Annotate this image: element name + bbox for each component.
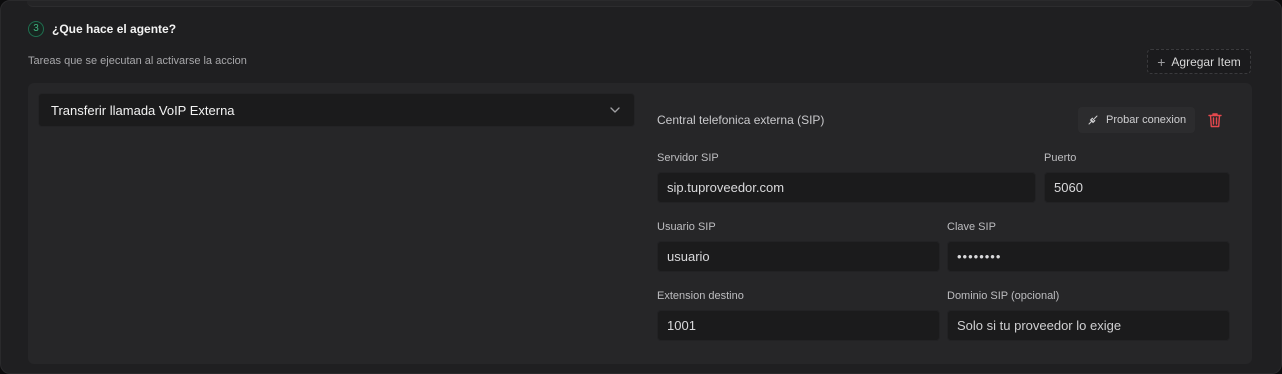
trash-icon[interactable] (1208, 112, 1222, 128)
sip-domain-input[interactable]: Solo si tu proveedor lo exige (947, 310, 1230, 341)
chevron-down-icon (610, 107, 620, 113)
sip-user-label: Usuario SIP (657, 221, 716, 233)
action-type-value: Transferir llamada VoIP Externa (51, 102, 235, 118)
section-description: Tareas que se ejecutan al activarse la a… (28, 55, 247, 67)
sip-server-label: Servidor SIP (657, 152, 719, 164)
extension-input[interactable]: 1001 (657, 310, 940, 341)
sip-user-input[interactable]: usuario (657, 241, 940, 272)
add-item-label: Agregar Item (1171, 54, 1241, 69)
previous-section-edge (27, 1, 1253, 7)
step-number-badge: 3 (28, 21, 44, 37)
add-item-button[interactable]: + Agregar Item (1147, 49, 1251, 74)
sip-password-input[interactable]: •••••••• (947, 241, 1230, 272)
action-type-select[interactable]: Transferir llamada VoIP Externa (38, 93, 635, 127)
sip-config-title: Central telefonica externa (SIP) (657, 113, 825, 127)
section-title: ¿Que hace el agente? (52, 22, 177, 36)
agent-actions-panel: 3 ¿Que hace el agente? Tareas que se eje… (0, 0, 1282, 374)
probe-connection-button[interactable]: Probar conexion (1078, 107, 1195, 133)
port-input[interactable]: 5060 (1044, 172, 1230, 203)
plug-icon (1088, 115, 1098, 125)
extension-label: Extension destino (657, 290, 744, 302)
sip-server-input[interactable]: sip.tuproveedor.com (657, 172, 1036, 203)
sip-password-label: Clave SIP (947, 221, 996, 233)
plus-icon: + (1157, 53, 1166, 70)
sip-domain-label: Dominio SIP (opcional) (947, 290, 1060, 302)
port-label: Puerto (1044, 152, 1077, 164)
probe-connection-label: Probar conexion (1106, 114, 1187, 126)
